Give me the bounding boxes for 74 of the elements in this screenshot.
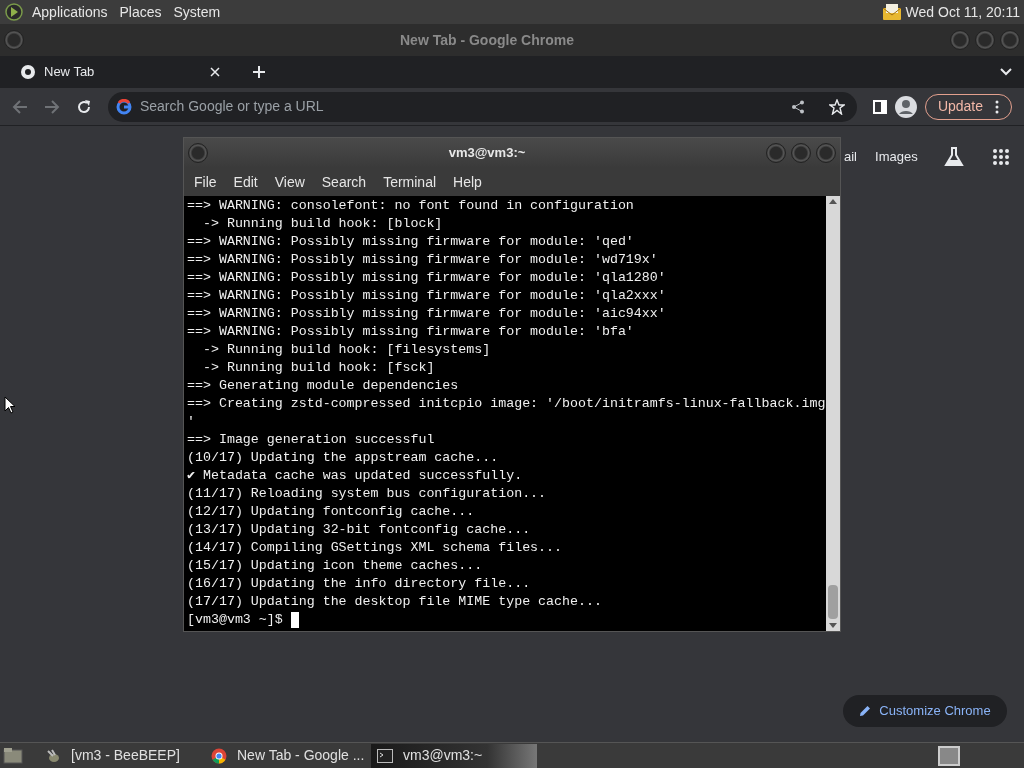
pencil-icon <box>859 705 872 717</box>
terminal-line: ==> WARNING: Possibly missing firmware for module: 'bfa' <box>187 323 634 341</box>
terminal-line: (16/17) Updating the info directory file... <box>187 575 531 593</box>
terminal-line: ==> Generating module dependencies <box>187 377 459 395</box>
terminal-line: ✔ Metadata cache was updated successfully. <box>187 467 523 485</box>
terminal-menu[interactable]: Terminal <box>376 171 444 193</box>
star-icon[interactable] <box>828 98 845 115</box>
new-tab-icon[interactable] <box>252 65 266 79</box>
more-icon[interactable] <box>995 99 1000 114</box>
terminal-line: -> Running build hook: [filesystems] <box>201 341 491 359</box>
terminal-menu[interactable]: Search <box>314 171 374 193</box>
gmail-link[interactable]: ail <box>844 147 857 167</box>
show-desktop-icon[interactable] <box>3 746 23 765</box>
terminal-icon <box>377 748 393 763</box>
terminal-line: (14/17) Compiling GSettings XML schema files... <box>187 539 563 557</box>
window-title: New Tab - Google Chrome <box>400 30 574 50</box>
terminal-line: ' <box>187 413 195 431</box>
scroll-up-icon[interactable] <box>829 198 837 204</box>
terminal-line: ==> Creating zstd-compressed initcpio image: '/boot/initramfs-linux-fallback.img <box>187 395 826 413</box>
terminal-line: ==> WARNING: consolefont: no font found in configuration <box>187 197 634 215</box>
terminal-menu[interactable]: Edit <box>226 171 265 193</box>
terminal-line: ==> WARNING: Possibly missing firmware for module: 'wd719x' <box>187 251 658 269</box>
chevron-down-icon[interactable] <box>1000 68 1012 76</box>
terminal-line: -> Running build hook: [fsck] <box>201 359 435 377</box>
bee-icon <box>45 747 61 764</box>
terminal-menu[interactable]: Help <box>446 171 489 193</box>
terminal-line: ==> WARNING: Possibly missing firmware for module: 'qla2xxx' <box>187 287 666 305</box>
images-link[interactable]: Images <box>875 147 918 167</box>
flask-icon[interactable] <box>943 146 964 168</box>
mail-icon[interactable] <box>881 3 902 21</box>
terminal-line: ==> Image generation successful <box>187 431 435 449</box>
google-icon <box>115 98 132 115</box>
terminal-menu[interactable]: File <box>187 171 224 193</box>
terminal-line: ==> WARNING: Possibly missing firmware for module: 'qed' <box>187 233 634 251</box>
apps-grid-icon[interactable] <box>991 148 1010 166</box>
taskbar-item[interactable]: [vm3 - BeeBEEP] <box>39 743 205 768</box>
mouse-cursor-icon <box>4 396 16 414</box>
chrome-icon <box>211 747 227 764</box>
terminal-line: -> Running build hook: [block] <box>201 215 443 233</box>
terminal-line: ==> WARNING: Possibly missing firmware for module: 'aic94xx' <box>187 305 666 323</box>
workspace-switcher[interactable] <box>938 745 960 766</box>
shell-prompt: [vm3@vm3 ~]$ <box>187 611 283 629</box>
panel-menu[interactable]: Applications <box>32 1 108 23</box>
terminal-line: (10/17) Updating the appstream cache... <box>187 449 499 467</box>
scroll-thumb[interactable] <box>828 585 838 619</box>
taskbar-item[interactable]: New Tab - Google ... <box>205 743 371 768</box>
terminal-menu[interactable]: View <box>267 171 312 193</box>
share-icon[interactable] <box>790 99 805 114</box>
terminal-line: ==> WARNING: Possibly missing firmware for module: 'qla1280' <box>187 269 666 287</box>
customize-chrome-button[interactable]: Customize Chrome <box>843 695 1007 727</box>
tab-title: New Tab <box>44 63 96 82</box>
address-bar[interactable]: Search Google or type a URL <box>107 91 857 122</box>
reload-icon[interactable] <box>75 98 92 115</box>
window-title: vm3@vm3:~ <box>448 144 526 163</box>
panel-menu[interactable]: Places <box>119 1 162 23</box>
terminal-line: (12/17) Updating fontconfig cache... <box>187 503 475 521</box>
cursor-block <box>290 612 299 628</box>
close-icon[interactable] <box>210 67 220 77</box>
chrome-icon <box>20 64 36 80</box>
terminal-line: (13/17) Updating 32-bit fontconfig cache... <box>187 521 531 539</box>
scrollbar[interactable] <box>826 196 840 631</box>
clock[interactable]: Wed Oct 11, 20:11 <box>905 1 1020 23</box>
search-input[interactable]: Search Google or type a URL <box>139 96 783 117</box>
profile-icon[interactable] <box>894 95 917 118</box>
side-panel-icon[interactable] <box>872 99 887 114</box>
menu-logo-icon[interactable] <box>4 2 24 22</box>
terminal-line: (11/17) Reloading system bus configuration... <box>187 485 547 503</box>
terminal-line: (17/17) Updating the desktop file MIME type cache... <box>187 593 602 611</box>
back-icon[interactable] <box>12 98 28 115</box>
panel-menu[interactable]: System <box>173 1 221 23</box>
taskbar-item[interactable]: vm3@vm3:~ <box>371 743 537 768</box>
scroll-down-icon[interactable] <box>829 623 837 629</box>
forward-icon[interactable] <box>44 98 60 115</box>
terminal-line: (15/17) Updating icon theme caches... <box>187 557 483 575</box>
